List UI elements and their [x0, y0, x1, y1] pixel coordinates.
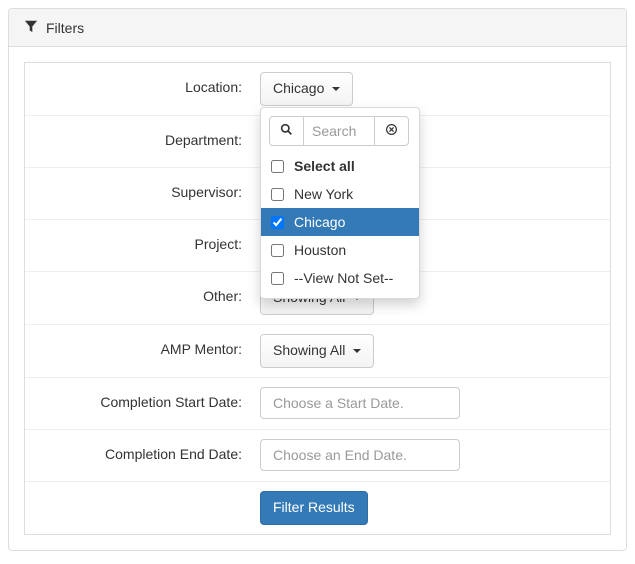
label-submit — [25, 482, 250, 534]
filter-icon — [24, 19, 38, 36]
label-end-date: Completion End Date: — [25, 430, 250, 481]
option-label: Houston — [294, 242, 346, 258]
caret-icon — [353, 349, 361, 353]
cell-end-date — [250, 430, 610, 481]
select-all-checkbox[interactable] — [271, 160, 284, 173]
select-all-label: Select all — [294, 158, 355, 174]
option-checkbox[interactable] — [271, 244, 284, 257]
caret-icon — [332, 87, 340, 91]
search-button[interactable] — [269, 116, 304, 146]
option-label: New York — [294, 186, 353, 202]
row-location: Location: Chicago — [25, 63, 610, 116]
start-date-input[interactable] — [260, 387, 460, 419]
location-dropdown-value: Chicago — [273, 80, 324, 96]
option-checkbox[interactable] — [271, 272, 284, 285]
filters-panel: Filters Location: Chicago — [8, 8, 627, 551]
clear-icon — [385, 123, 398, 139]
location-dropdown-menu: Select all New York Chicago Houston --View … — [260, 107, 420, 299]
row-amp-mentor: AMP Mentor: Showing All — [25, 325, 610, 378]
row-start-date: Completion Start Date: — [25, 378, 610, 430]
dropdown-select-all[interactable]: Select all — [261, 152, 419, 180]
option-label: --View Not Set-- — [294, 270, 393, 286]
dropdown-option[interactable]: Houston — [261, 236, 419, 264]
row-submit: Filter Results — [25, 482, 610, 534]
label-supervisor: Supervisor: — [25, 168, 250, 219]
label-other: Other: — [25, 272, 250, 324]
dropdown-search-input[interactable] — [304, 116, 374, 146]
option-checkbox[interactable] — [271, 188, 284, 201]
option-label: Chicago — [294, 214, 345, 230]
row-end-date: Completion End Date: — [25, 430, 610, 482]
amp-mentor-dropdown-value: Showing All — [273, 342, 345, 358]
cell-start-date — [250, 378, 610, 429]
end-date-input[interactable] — [260, 439, 460, 471]
cell-amp-mentor: Showing All — [250, 325, 610, 377]
dropdown-option[interactable]: --View Not Set-- — [261, 264, 419, 292]
option-checkbox[interactable] — [271, 216, 284, 229]
label-amp-mentor: AMP Mentor: — [25, 325, 250, 377]
dropdown-clear-button[interactable] — [374, 116, 409, 146]
cell-location: Chicago — [250, 63, 610, 115]
search-icon — [280, 123, 293, 139]
location-dropdown-button[interactable]: Chicago — [260, 72, 353, 106]
label-location: Location: — [25, 63, 250, 115]
amp-mentor-dropdown-button[interactable]: Showing All — [260, 334, 374, 368]
filters-form: Location: Chicago — [24, 62, 611, 535]
dropdown-search — [269, 116, 411, 146]
label-project: Project: — [25, 220, 250, 271]
filter-results-button[interactable]: Filter Results — [260, 491, 368, 525]
cell-submit: Filter Results — [250, 482, 610, 534]
panel-title: Filters — [46, 20, 84, 36]
dropdown-option[interactable]: New York — [261, 180, 419, 208]
panel-heading: Filters — [9, 9, 626, 47]
label-start-date: Completion Start Date: — [25, 378, 250, 429]
panel-body: Location: Chicago — [9, 47, 626, 550]
dropdown-option[interactable]: Chicago — [261, 208, 419, 236]
label-department: Department: — [25, 116, 250, 167]
